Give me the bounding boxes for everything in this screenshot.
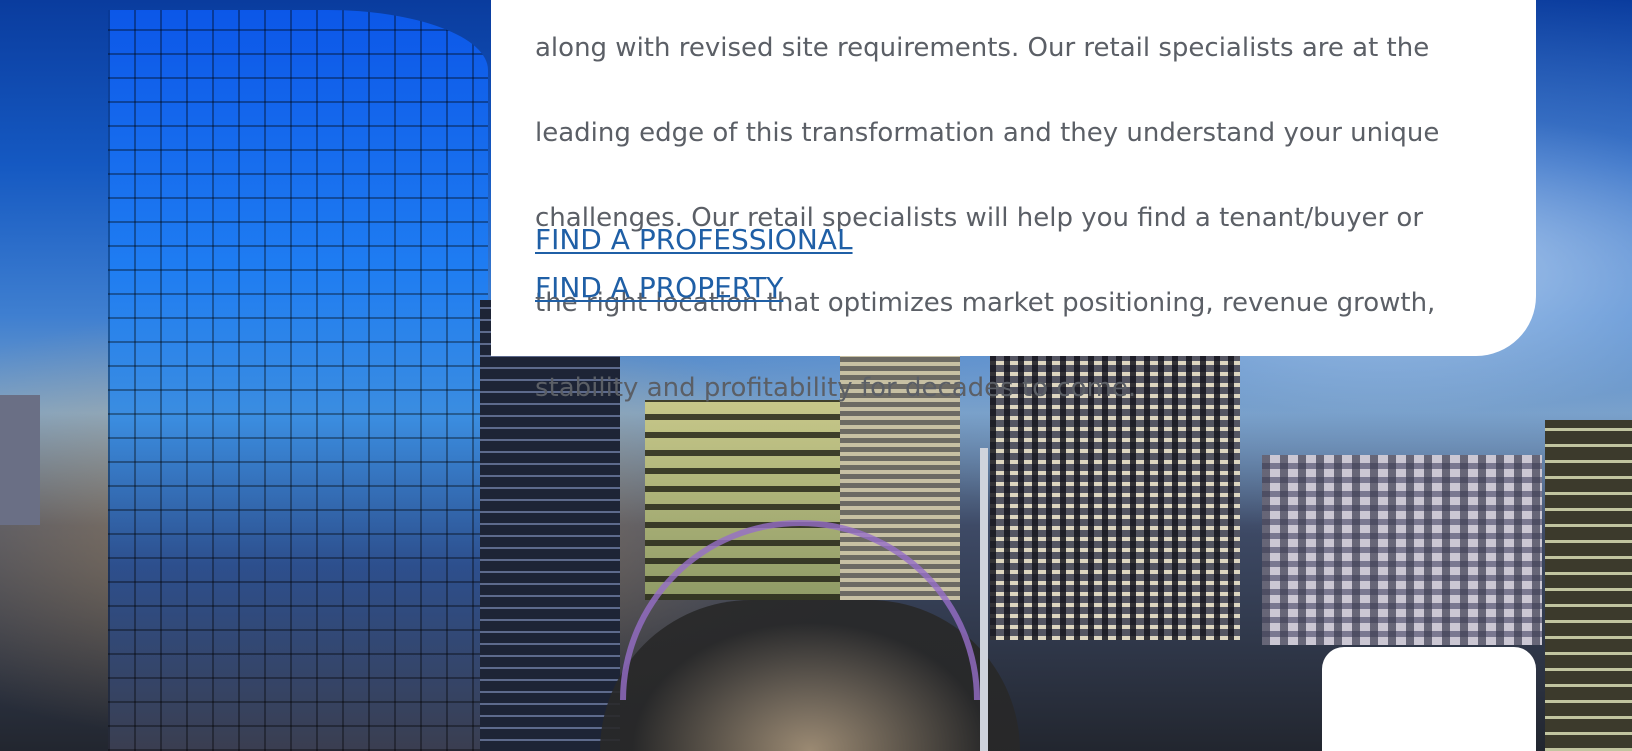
- body-line: stability and profitability for decades …: [535, 372, 1137, 403]
- body-line: along with revised site requirements. Ou…: [535, 32, 1430, 63]
- body-line: leading edge of this transformation and …: [535, 117, 1440, 148]
- building: [1545, 420, 1632, 751]
- find-a-professional-link[interactable]: FIND A PROFESSIONAL: [535, 216, 853, 264]
- glass-tower: [108, 10, 488, 751]
- secondary-card: [1322, 647, 1536, 751]
- light-pole: [980, 448, 988, 751]
- building: [0, 395, 40, 525]
- content-card: along with revised site requirements. Ou…: [491, 0, 1536, 403]
- find-a-property-link[interactable]: FIND A PROPERTY: [535, 264, 853, 312]
- cta-links: FIND A PROFESSIONAL FIND A PROPERTY: [535, 216, 853, 312]
- building: [1262, 455, 1542, 645]
